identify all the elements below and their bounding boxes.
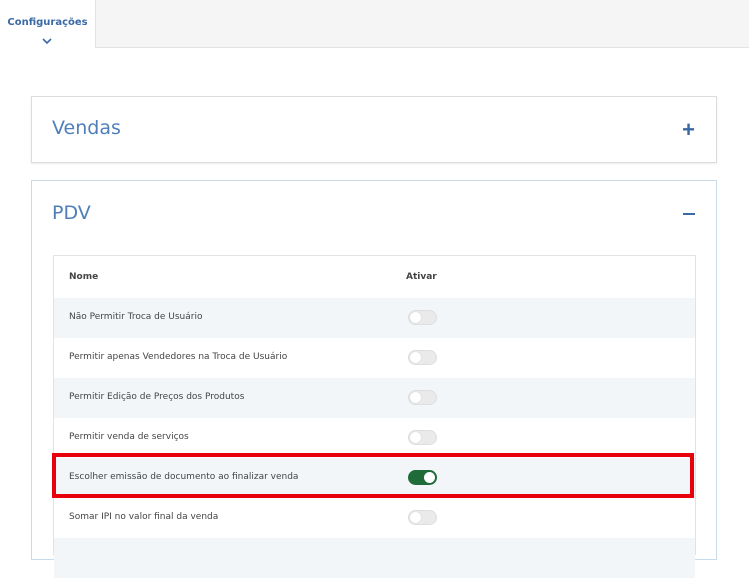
table-row: Escolher emissão de documento ao finaliz… (54, 458, 695, 498)
tab-configuracoes-label: Configurações (7, 17, 88, 28)
toggle-switch[interactable] (408, 350, 437, 365)
table-row (54, 538, 695, 578)
switch-knob (410, 312, 421, 323)
expand-plus-icon[interactable]: + (682, 119, 695, 141)
toggle-switch[interactable] (408, 470, 437, 485)
table-row: Permitir apenas Vendedores na Troca de U… (54, 338, 695, 378)
switch-knob (410, 432, 421, 443)
row-label: Escolher emissão de documento ao finaliz… (69, 472, 299, 482)
row-label: Permitir venda de serviços (69, 432, 189, 442)
table-row: Permitir venda de serviços (54, 418, 695, 458)
settings-table: Nome Ativar Não Permitir Troca de Usuári… (53, 255, 696, 578)
collapse-minus-icon[interactable] (683, 213, 695, 215)
row-label: Permitir apenas Vendedores na Troca de U… (69, 352, 288, 362)
row-label: Não Permitir Troca de Usuário (69, 312, 203, 322)
switch-knob (410, 512, 421, 523)
switch-knob (410, 352, 421, 363)
chevron-down-icon (42, 38, 52, 45)
table-row: Não Permitir Troca de Usuário (54, 298, 695, 338)
panel-pdv-title: PDV (52, 202, 91, 224)
table-row: Permitir Edição de Preços dos Produtos (54, 378, 695, 418)
toggle-switch[interactable] (408, 430, 437, 445)
switch-knob (424, 472, 435, 483)
tab-configuracoes[interactable]: Configurações (0, 0, 96, 48)
column-header-ativar: Ativar (406, 272, 437, 282)
tab-bar-empty (96, 0, 749, 48)
row-label: Permitir Edição de Preços dos Produtos (69, 392, 245, 402)
toggle-switch[interactable] (408, 310, 437, 325)
panel-pdv: PDV Nome Ativar Não Permitir Troca de Us… (31, 180, 717, 578)
row-label: Somar IPI no valor final da venda (69, 512, 219, 522)
switch-knob (410, 392, 421, 403)
panel-vendas[interactable]: Vendas + (31, 96, 717, 163)
top-tab-bar: Configurações (0, 0, 749, 48)
toggle-switch[interactable] (408, 510, 437, 525)
table-header: Nome Ativar (54, 256, 695, 298)
panel-vendas-title: Vendas (52, 117, 121, 139)
table-row: Somar IPI no valor final da venda (54, 498, 695, 538)
column-header-nome: Nome (69, 272, 99, 282)
toggle-switch[interactable] (408, 390, 437, 405)
